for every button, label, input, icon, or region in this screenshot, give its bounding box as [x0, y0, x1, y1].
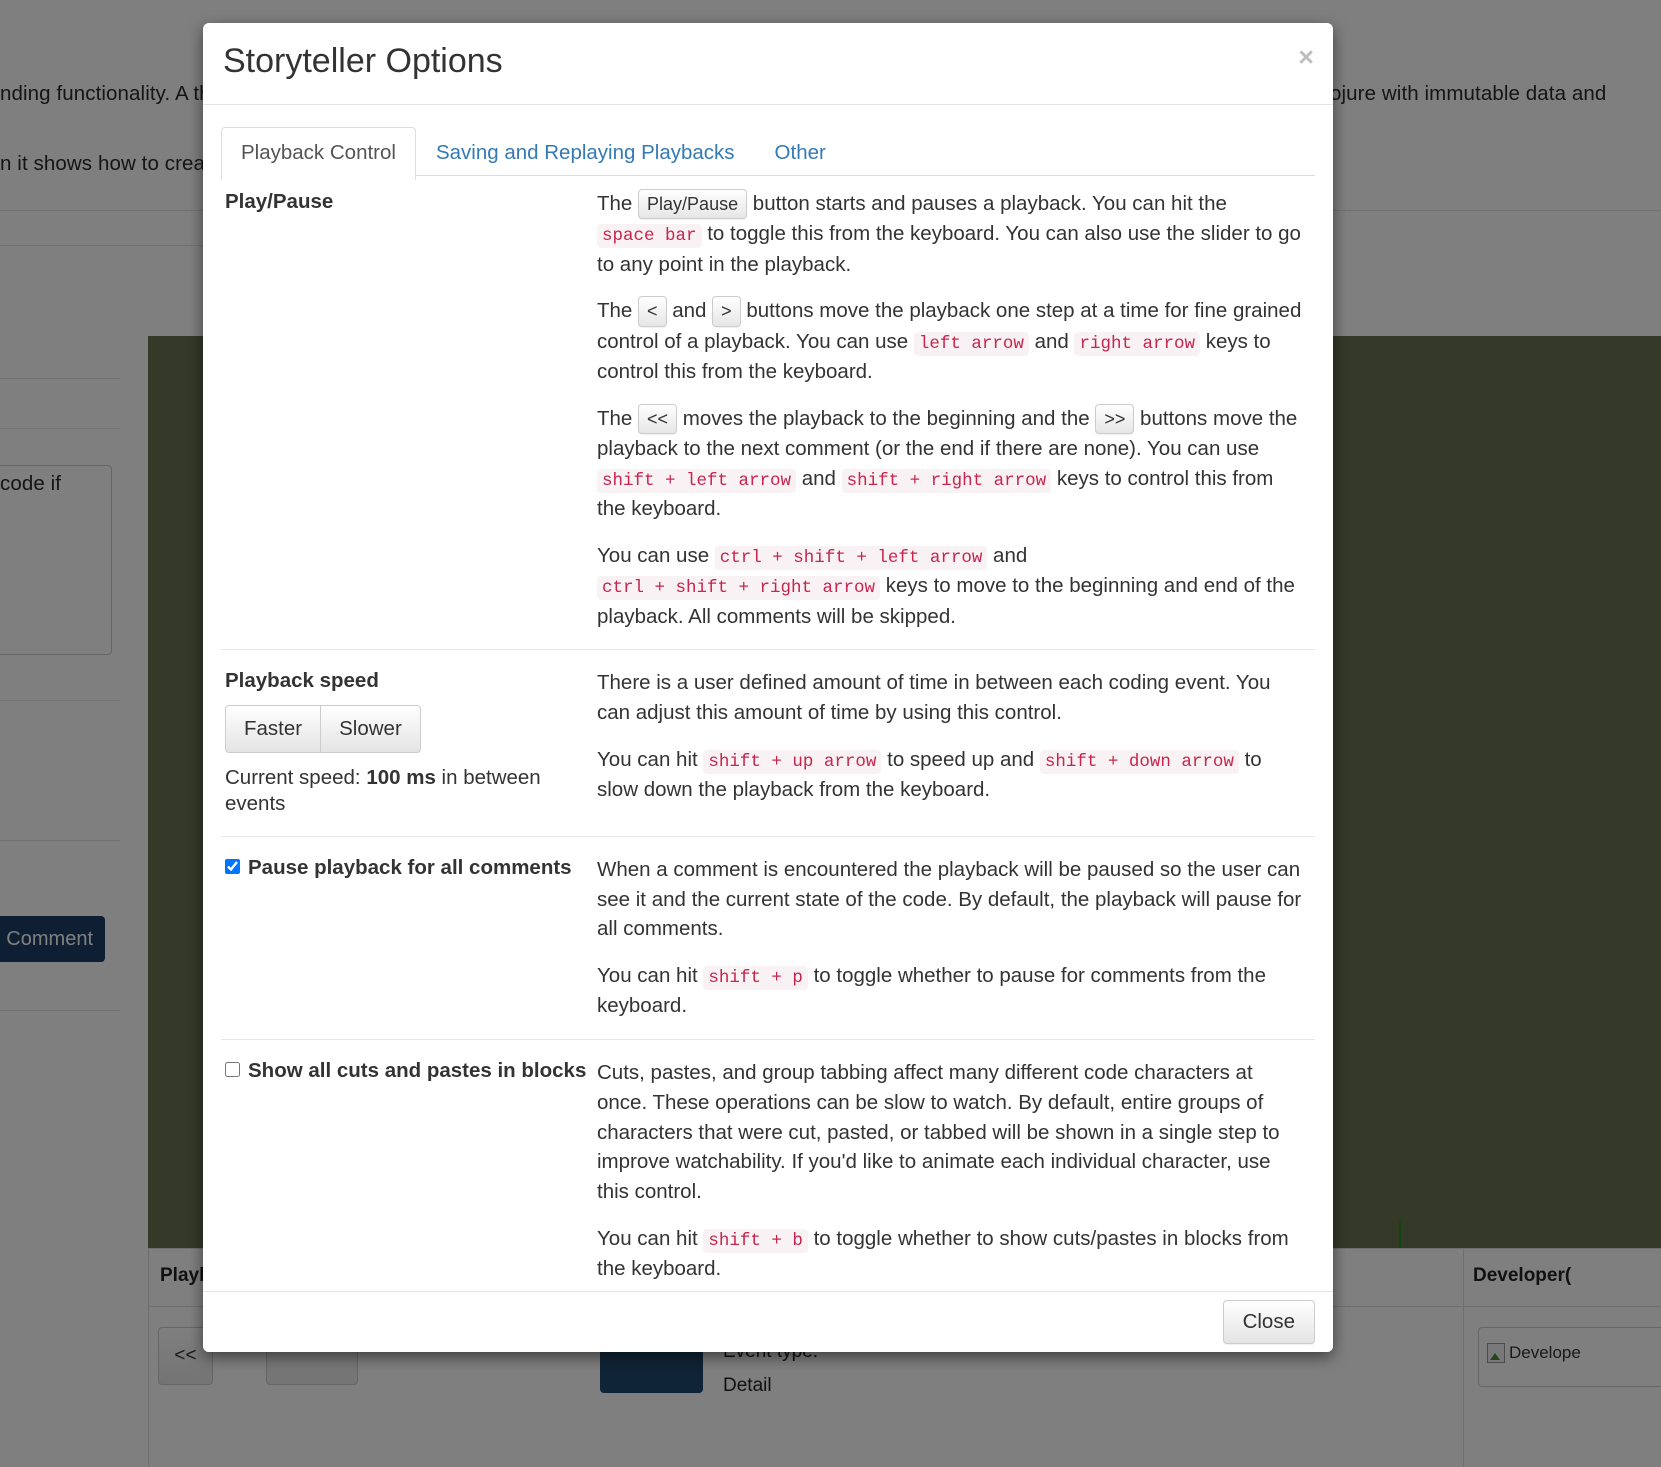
- page-title: Storyteller Options: [223, 42, 503, 80]
- playback-speed-heading: Playback speed: [225, 669, 379, 693]
- option-right-show-blocks: Cuts, pastes, and group tabbing affect m…: [597, 1058, 1315, 1284]
- option-left-show-blocks: Show all cuts and pastes in blocks: [221, 1058, 597, 1284]
- keyboard-shortcut: left arrow: [913, 331, 1029, 356]
- keyboard-shortcut: right arrow: [1074, 331, 1201, 356]
- inline-button-sample: <: [638, 296, 667, 327]
- keyboard-shortcut: space bar: [597, 224, 702, 249]
- option-right-playback-speed: There is a user defined amount of time i…: [597, 668, 1315, 818]
- show-blocks-checkbox-label[interactable]: Show all cuts and pastes in blocks: [225, 1058, 597, 1085]
- description-paragraph: Cuts, pastes, and group tabbing affect m…: [597, 1061, 1280, 1204]
- description-paragraph: You can hit shift + p to toggle whether …: [597, 964, 1266, 1018]
- tab-other[interactable]: Other: [755, 127, 846, 176]
- close-icon[interactable]: ×: [1298, 44, 1314, 71]
- storyteller-options-dialog: Storyteller Options × Playback Control S…: [203, 23, 1333, 1352]
- keyboard-shortcut: shift + b: [703, 1228, 808, 1253]
- show-blocks-checkbox[interactable]: [225, 1062, 240, 1078]
- pause-comments-checkbox-label[interactable]: Pause playback for all comments: [225, 855, 597, 882]
- description-paragraph: There is a user defined amount of time i…: [597, 671, 1271, 725]
- description-paragraph: The < and > buttons move the playback on…: [597, 296, 1305, 386]
- modal-header: Storyteller Options ×: [203, 23, 1333, 105]
- tab-saving-replaying-link[interactable]: Saving and Replaying Playbacks: [416, 127, 755, 180]
- keyboard-shortcut: shift + up arrow: [703, 749, 882, 774]
- show-blocks-label-text: Show all cuts and pastes in blocks: [248, 1059, 587, 1083]
- close-button[interactable]: Close: [1222, 1300, 1315, 1344]
- option-left-play-pause: Play/Pause: [221, 189, 597, 631]
- play-pause-heading: Play/Pause: [225, 190, 334, 213]
- description-paragraph: You can hit shift + b to toggle whether …: [597, 1226, 1289, 1281]
- inline-button-sample: <<: [638, 403, 678, 435]
- description-paragraph: You can hit shift + up arrow to speed up…: [597, 747, 1262, 802]
- option-left-playback-speed: Playback speed Faster Slower Current spe…: [221, 668, 597, 818]
- option-row-play-pause: Play/Pause The Play/Pause button starts …: [221, 176, 1315, 651]
- options-tabs: Playback Control Saving and Replaying Pl…: [221, 127, 1315, 180]
- tab-saving-replaying[interactable]: Saving and Replaying Playbacks: [416, 127, 755, 176]
- keyboard-shortcut: shift + p: [703, 966, 808, 991]
- tab-other-link[interactable]: Other: [755, 127, 846, 180]
- pause-comments-label-text: Pause playback for all comments: [248, 855, 572, 879]
- option-row-playback-speed: Playback speed Faster Slower Current spe…: [221, 650, 1315, 837]
- current-speed-status: Current speed: 100 ms in between events: [225, 765, 597, 818]
- current-speed-prefix: Current speed:: [225, 765, 367, 789]
- faster-button[interactable]: Faster: [225, 705, 322, 753]
- slower-button[interactable]: Slower: [321, 705, 421, 753]
- description-paragraph: When a comment is encountered the playba…: [597, 857, 1302, 941]
- tab-playback-control-link[interactable]: Playback Control: [221, 127, 416, 180]
- option-right-pause-comments: When a comment is encountered the playba…: [597, 855, 1315, 1021]
- modal-footer: Close: [203, 1291, 1333, 1352]
- keyboard-shortcut: shift + left arrow: [597, 468, 797, 493]
- keyboard-shortcut: ctrl + shift + right arrow: [597, 576, 881, 601]
- modal-body: Playback Control Saving and Replaying Pl…: [203, 105, 1333, 1290]
- keyboard-shortcut: shift + down arrow: [1039, 749, 1239, 774]
- option-row-show-blocks: Show all cuts and pastes in blocks Cuts,…: [221, 1040, 1315, 1290]
- inline-button-sample: Play/Pause: [638, 189, 748, 220]
- playback-speed-button-group: Faster Slower: [225, 705, 421, 753]
- description-paragraph: You can use ctrl + shift + left arrow an…: [597, 543, 1295, 628]
- option-row-pause-comments: Pause playback for all comments When a c…: [221, 837, 1315, 1041]
- tab-playback-control[interactable]: Playback Control: [221, 127, 416, 180]
- keyboard-shortcut: ctrl + shift + left arrow: [714, 545, 988, 570]
- current-speed-value: 100 ms: [366, 765, 436, 789]
- keyboard-shortcut: shift + right arrow: [841, 468, 1052, 493]
- option-right-play-pause: The Play/Pause button starts and pauses …: [597, 189, 1315, 631]
- option-left-pause-comments: Pause playback for all comments: [221, 855, 597, 1021]
- pause-comments-checkbox[interactable]: [225, 858, 240, 874]
- description-paragraph: The Play/Pause button starts and pauses …: [597, 189, 1305, 279]
- inline-button-sample: >>: [1095, 403, 1135, 435]
- inline-button-sample: >: [712, 296, 741, 327]
- description-paragraph: The << moves the playback to the beginni…: [597, 403, 1305, 524]
